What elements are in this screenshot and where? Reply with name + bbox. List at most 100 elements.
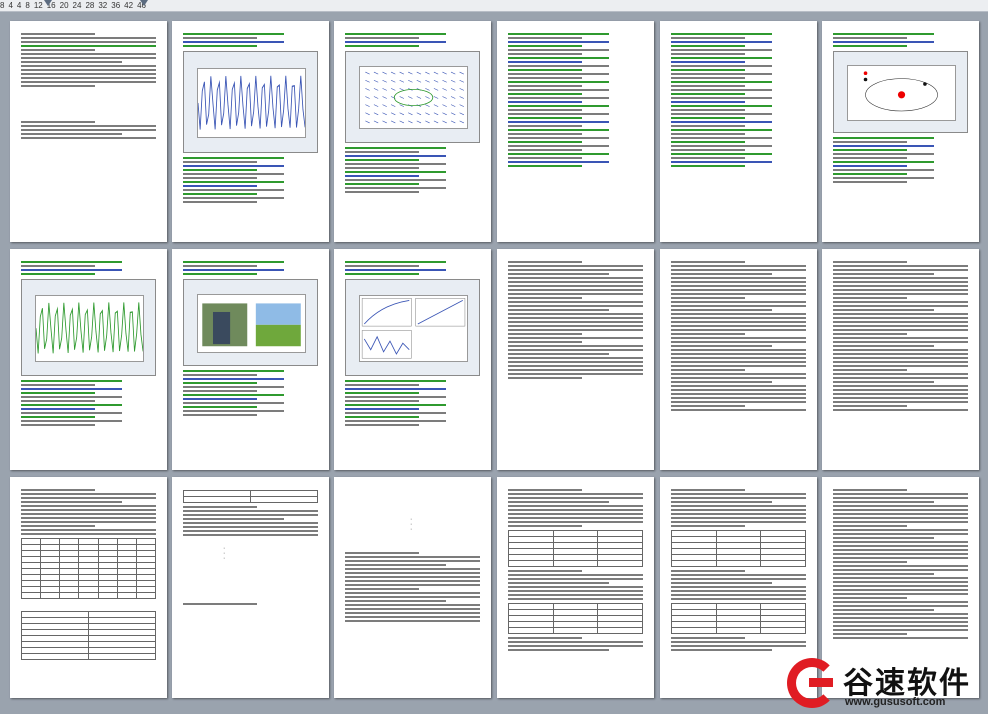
page-2[interactable] [172, 21, 329, 242]
text-line [833, 381, 935, 383]
text-line [21, 392, 96, 394]
text-line [345, 41, 447, 43]
page-14[interactable]: · · · [172, 477, 329, 698]
text-line [833, 369, 908, 371]
text-line [833, 405, 908, 407]
page-1-cover[interactable] [10, 21, 167, 242]
ruler-indent-handle[interactable] [44, 0, 52, 6]
text-line [345, 163, 447, 165]
text-line [833, 329, 968, 331]
page-4[interactable] [497, 21, 654, 242]
text-line [21, 424, 96, 426]
text-line [508, 141, 583, 143]
page-content [508, 487, 643, 690]
text-line [508, 582, 610, 584]
page-15[interactable]: · · · [334, 477, 491, 698]
text-line [345, 183, 420, 185]
data-table [508, 603, 643, 634]
text-line [671, 570, 746, 572]
text-line [508, 365, 643, 367]
text-line [508, 574, 643, 576]
page-11[interactable] [660, 249, 817, 470]
text-line [508, 313, 643, 315]
page-8[interactable] [172, 249, 329, 470]
subplots [362, 298, 466, 359]
text-line [508, 305, 643, 307]
text-line [508, 145, 610, 147]
table-cell [597, 627, 643, 634]
text-line [508, 77, 583, 79]
text-line [671, 341, 806, 343]
text-line [671, 57, 773, 59]
text-line [345, 416, 420, 418]
text-line [833, 321, 968, 323]
text-line [833, 629, 968, 631]
text-line [21, 57, 156, 59]
text-line [833, 357, 968, 359]
text-line [508, 113, 610, 115]
text-line [671, 337, 806, 339]
text-line [671, 141, 746, 143]
text-line [345, 400, 420, 402]
text-line [671, 161, 773, 163]
text-line [508, 61, 583, 63]
text-line [833, 313, 968, 315]
text-line [345, 269, 447, 271]
text-line [671, 345, 773, 347]
page-3[interactable] [334, 21, 491, 242]
page-16[interactable] [497, 477, 654, 698]
page-12[interactable] [822, 249, 979, 470]
table-cell [97, 592, 118, 599]
text-line [508, 373, 643, 375]
text-line [345, 388, 447, 390]
text-line [833, 561, 908, 563]
text-line [508, 521, 643, 523]
text-line [508, 41, 610, 43]
text-line [183, 534, 318, 536]
page-13[interactable] [10, 477, 167, 698]
page-10[interactable] [497, 249, 654, 470]
table-cell [88, 653, 156, 660]
page-5[interactable] [660, 21, 817, 242]
page-9[interactable] [334, 249, 491, 470]
text-line [508, 489, 583, 491]
text-line [508, 641, 643, 643]
text-line [671, 373, 806, 375]
horizontal-ruler[interactable]: 8 4 4 8 12 16 20 24 28 32 36 42 46 [0, 0, 988, 12]
text-line [508, 509, 643, 511]
text-line [345, 33, 447, 35]
brand-url: www.gususoft.com [845, 696, 946, 708]
text-line [671, 389, 806, 391]
ruler-tick: 8 [0, 1, 5, 10]
text-line [833, 621, 968, 623]
text-line [345, 612, 480, 614]
text-line [508, 33, 610, 35]
text-line [833, 513, 968, 515]
text-line [508, 337, 643, 339]
page-content [345, 31, 480, 234]
text-line [671, 61, 746, 63]
text-line [183, 197, 285, 199]
text-line [671, 85, 746, 87]
text-line [508, 590, 643, 592]
text-line [671, 353, 806, 355]
ruler-indent-handle-right[interactable] [140, 0, 148, 6]
text-line [671, 397, 806, 399]
text-line [833, 149, 908, 151]
matlab-figure [345, 279, 480, 376]
text-line [183, 37, 258, 39]
text-line [671, 281, 806, 283]
page-7[interactable] [10, 249, 167, 470]
text-line [508, 517, 643, 519]
text-line [508, 357, 643, 359]
page-6[interactable] [822, 21, 979, 242]
text-line [833, 389, 968, 391]
text-line [183, 386, 285, 388]
text-line [671, 590, 806, 592]
text-line [21, 404, 123, 406]
text-line [833, 589, 968, 591]
text-line [833, 37, 908, 39]
text-line [183, 265, 258, 267]
data-table [671, 530, 806, 567]
text-line [833, 297, 908, 299]
